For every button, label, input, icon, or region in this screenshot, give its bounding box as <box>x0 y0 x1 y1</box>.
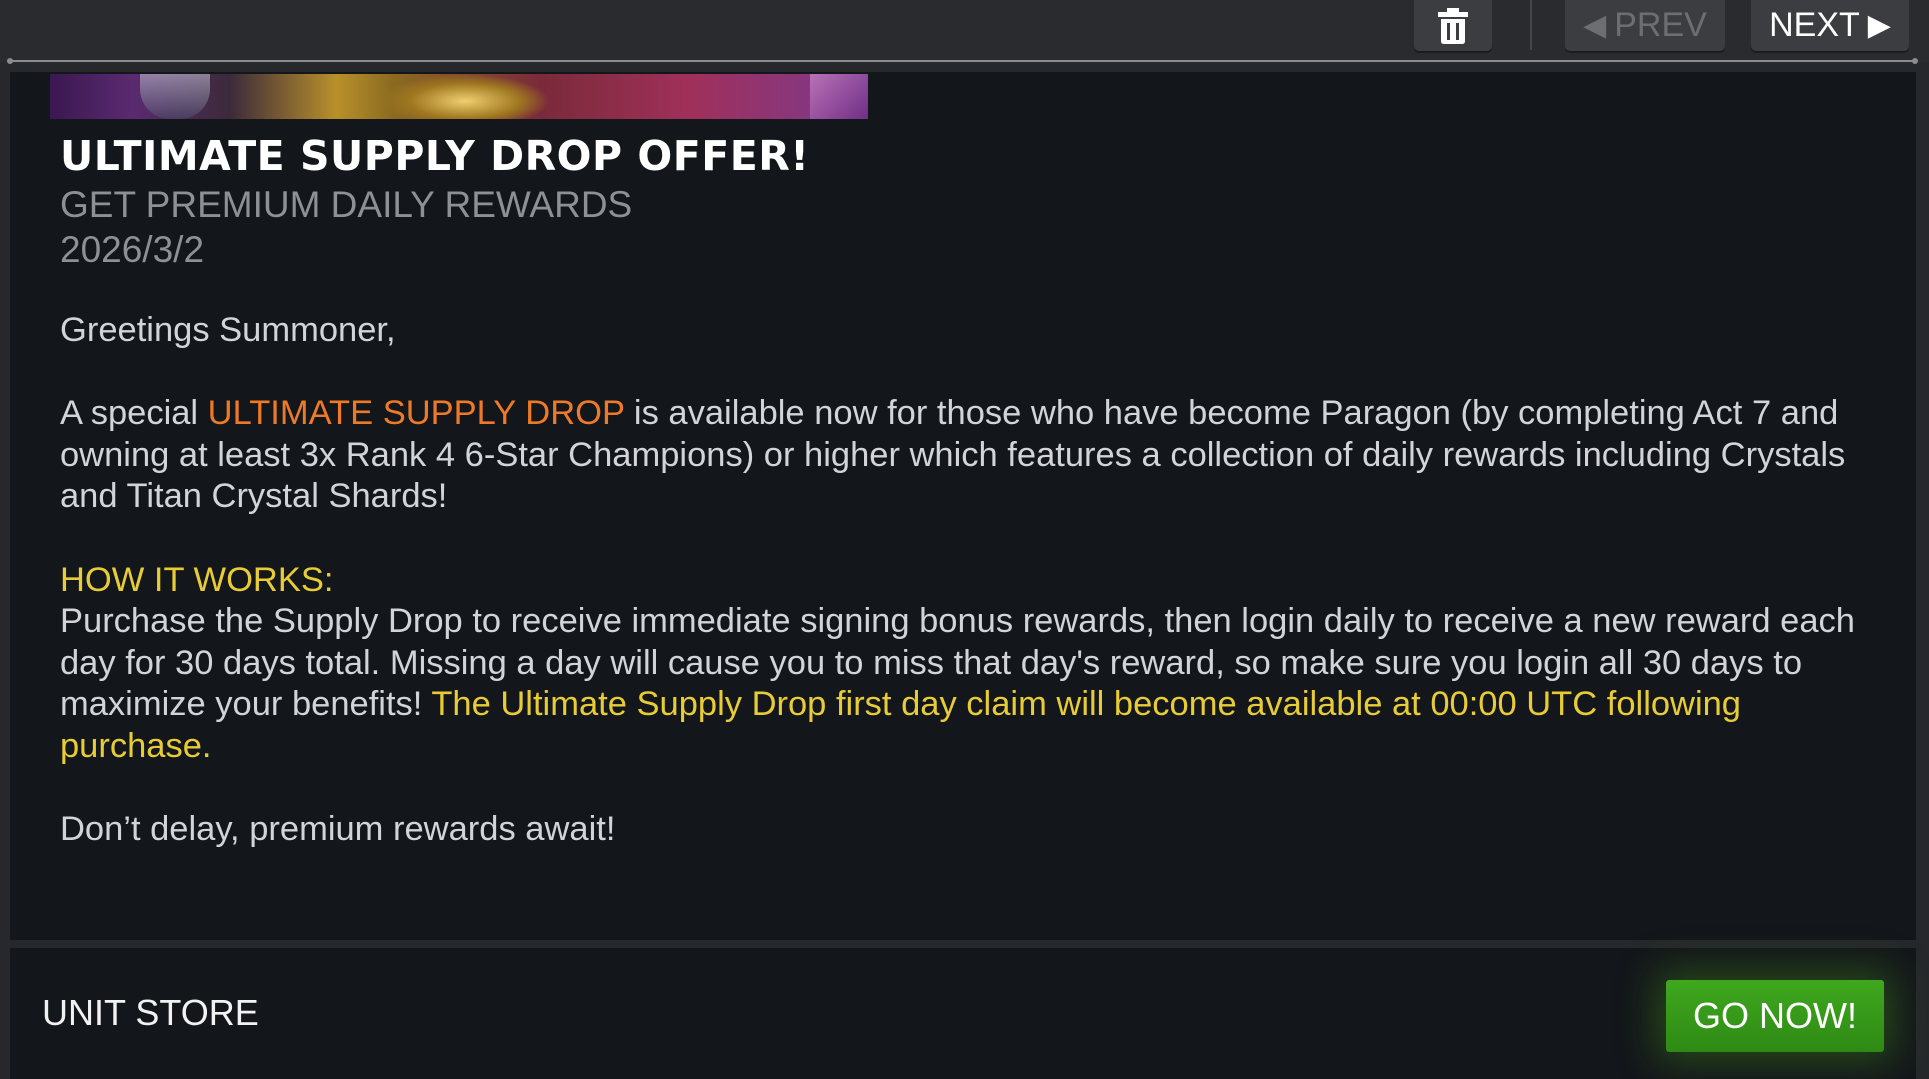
greeting-text: Greetings Summoner, <box>60 311 396 349</box>
delete-button[interactable] <box>1414 0 1492 51</box>
top-bar: ◀ PREV NEXT ▶ <box>0 0 1929 64</box>
footer-bar: UNIT STORE GO NOW! <box>10 948 1916 1079</box>
message-date: 2026/3/2 <box>60 229 205 270</box>
message-body: Greetings Summoner, A special ULTIMATE S… <box>60 310 1880 892</box>
top-divider-line <box>7 58 1918 64</box>
trash-icon <box>1438 7 1468 44</box>
closing-text: Don’t delay, premium rewards await! <box>60 810 616 849</box>
next-button[interactable]: NEXT ▶ <box>1751 0 1909 51</box>
how-it-works-heading: HOW IT WORKS: <box>60 560 334 599</box>
prev-button[interactable]: ◀ PREV <box>1565 0 1725 51</box>
message-title: ULTIMATE SUPPLY DROP OFFER! <box>60 132 810 180</box>
next-label: NEXT <box>1769 6 1860 44</box>
offer-paragraph: A special ULTIMATE SUPPLY DROP is availa… <box>60 393 1880 518</box>
triangle-right-icon: ▶ <box>1867 9 1891 42</box>
prev-label: PREV <box>1614 6 1707 44</box>
unit-store-label: UNIT STORE <box>42 992 259 1033</box>
offer-lead-text: A special <box>60 394 208 433</box>
how-it-works-section: HOW IT WORKS: Purchase the Supply Drop to… <box>60 560 1880 768</box>
offer-banner-image <box>50 74 868 119</box>
offer-highlight-text: ULTIMATE SUPPLY DROP <box>207 394 625 433</box>
toolbar-divider <box>1530 0 1532 50</box>
triangle-left-icon: ◀ <box>1583 9 1607 42</box>
go-now-button[interactable]: GO NOW! <box>1666 980 1884 1052</box>
message-panel[interactable]: ULTIMATE SUPPLY DROP OFFER! GET PREMIUM … <box>10 72 1916 940</box>
message-subtitle: GET PREMIUM DAILY REWARDS <box>60 184 633 225</box>
